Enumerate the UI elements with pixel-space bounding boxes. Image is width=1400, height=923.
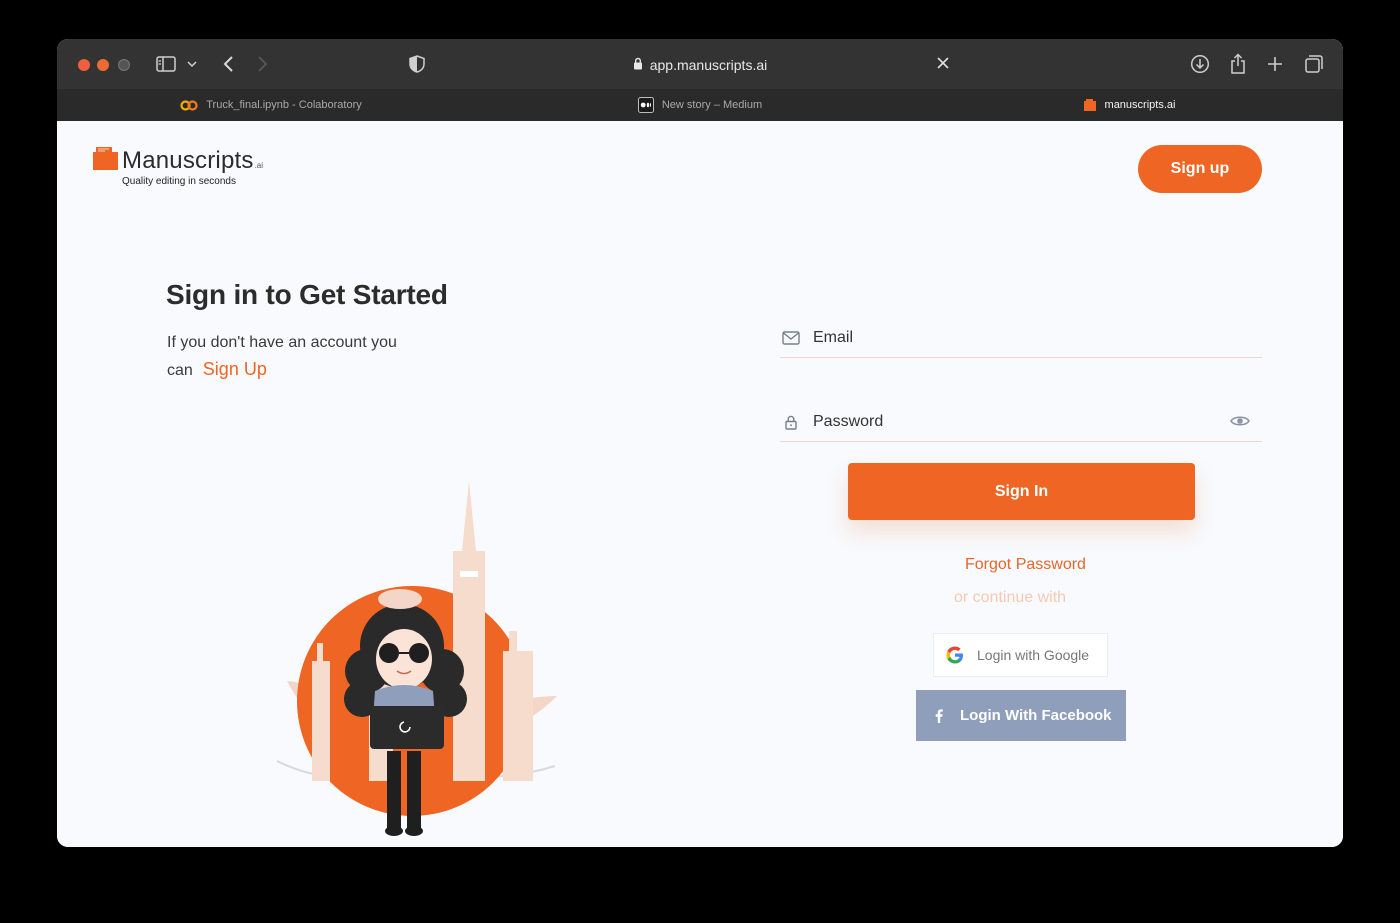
lock-icon bbox=[633, 57, 643, 73]
page-title: Sign in to Get Started bbox=[166, 279, 448, 310]
tab-title: manuscripts.ai bbox=[1104, 99, 1176, 111]
browser-window: app.manuscripts.ai Truck_final.ipynb - C… bbox=[57, 39, 1343, 847]
forgot-password-link[interactable]: Forgot Password bbox=[965, 556, 1086, 574]
tab-title: New story – Medium bbox=[661, 99, 763, 111]
colab-icon bbox=[180, 99, 198, 111]
google-icon bbox=[945, 645, 965, 665]
brand-suffix: .ai bbox=[254, 161, 264, 170]
facebook-login-button[interactable]: Login With Facebook bbox=[916, 690, 1126, 741]
privacy-shield-icon[interactable] bbox=[409, 53, 425, 75]
header-signup-button[interactable]: Sign up bbox=[1138, 145, 1262, 193]
sidebar-toggle-icon[interactable] bbox=[156, 53, 176, 75]
hero-illustration bbox=[257, 481, 567, 847]
brand-tagline: Quality editing in seconds bbox=[122, 176, 236, 187]
forward-icon[interactable] bbox=[257, 53, 269, 75]
address-bar[interactable]: app.manuscripts.ai bbox=[442, 51, 958, 79]
email-field[interactable]: Email bbox=[780, 319, 1262, 358]
minimize-window-button[interactable] bbox=[97, 59, 109, 71]
back-icon[interactable] bbox=[222, 53, 234, 75]
facebook-icon bbox=[935, 708, 943, 723]
signup-prompt-line2: can bbox=[167, 362, 193, 379]
brand-name: Manuscripts bbox=[122, 146, 254, 174]
signup-link[interactable]: Sign Up bbox=[203, 359, 267, 379]
password-field[interactable]: Password bbox=[780, 403, 1262, 442]
signup-prompt: If you don't have an account you can Sign… bbox=[167, 329, 397, 384]
google-login-button[interactable]: Login with Google bbox=[933, 633, 1108, 677]
continue-with-label: or continue with bbox=[954, 589, 1067, 606]
new-tab-icon[interactable] bbox=[1267, 53, 1283, 75]
lock-icon bbox=[781, 415, 801, 430]
chevron-down-icon[interactable] bbox=[187, 53, 197, 75]
medium-icon bbox=[637, 97, 654, 113]
brand-logo[interactable]: Manuscripts .ai Quality editing in secon… bbox=[93, 146, 263, 187]
google-login-label: Login with Google bbox=[977, 647, 1090, 663]
tab-overview-icon[interactable] bbox=[1304, 53, 1324, 75]
tab-manuscripts[interactable]: manuscripts.ai bbox=[915, 89, 1343, 121]
tab-colab[interactable]: Truck_final.ipynb - Colaboratory bbox=[57, 89, 485, 121]
browser-toolbar: app.manuscripts.ai bbox=[57, 39, 1343, 89]
manuscripts-icon bbox=[1083, 98, 1097, 112]
manuscripts-logo-icon bbox=[93, 146, 118, 175]
close-window-button[interactable] bbox=[78, 59, 90, 71]
clear-url-icon[interactable] bbox=[937, 56, 949, 74]
zoom-window-button[interactable] bbox=[118, 59, 130, 71]
tab-medium[interactable]: New story – Medium bbox=[486, 89, 914, 121]
email-label: Email bbox=[813, 329, 854, 346]
share-icon[interactable] bbox=[1229, 53, 1247, 75]
signup-prompt-line1: If you don't have an account you bbox=[167, 334, 397, 351]
password-label: Password bbox=[813, 413, 884, 430]
facebook-login-label: Login With Facebook bbox=[960, 707, 1112, 724]
page-content: Manuscripts .ai Quality editing in secon… bbox=[57, 121, 1343, 847]
downloads-icon[interactable] bbox=[1190, 53, 1210, 75]
show-password-icon[interactable] bbox=[1230, 414, 1250, 433]
url-text: app.manuscripts.ai bbox=[649, 57, 768, 73]
mail-icon bbox=[781, 331, 801, 345]
sign-in-button[interactable]: Sign In bbox=[848, 463, 1195, 520]
tab-title: Truck_final.ipynb - Colaboratory bbox=[206, 99, 362, 111]
